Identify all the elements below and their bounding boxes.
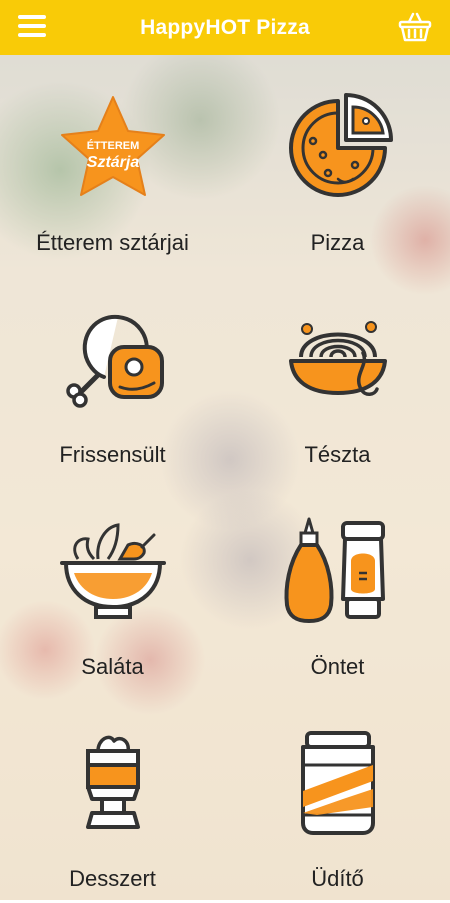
category-grid: ÉTTEREM Sztárja Étterem sztárjai Pizza F… bbox=[0, 55, 450, 900]
roast-meat-icon bbox=[58, 305, 168, 415]
category-label: Tészta bbox=[304, 442, 371, 467]
star-badge-icon: ÉTTEREM Sztárja bbox=[58, 93, 168, 203]
pizza-icon bbox=[283, 93, 393, 203]
hamburger-menu-icon[interactable] bbox=[18, 15, 46, 39]
app-title: HappyHOT Pizza bbox=[140, 15, 310, 39]
dessert-cup-icon bbox=[58, 729, 168, 839]
category-frissensult[interactable]: Frissensült bbox=[0, 267, 225, 479]
category-ontet[interactable]: Öntet bbox=[225, 479, 450, 691]
category-label: Saláta bbox=[81, 654, 144, 679]
category-label: Frissensült bbox=[59, 442, 166, 467]
badge-line-1: ÉTTEREM bbox=[86, 139, 139, 152]
badge-line-2: Sztárja bbox=[86, 154, 139, 171]
category-label: Desszert bbox=[69, 866, 156, 891]
category-etterem-sztarjai[interactable]: ÉTTEREM Sztárja Étterem sztárjai bbox=[0, 55, 225, 267]
app-header: HappyHOT Pizza bbox=[0, 0, 450, 55]
pasta-icon bbox=[283, 305, 393, 415]
category-label: Pizza bbox=[310, 230, 365, 255]
category-uditos[interactable]: Üdítő bbox=[225, 691, 450, 903]
category-desszert[interactable]: Desszert bbox=[0, 691, 225, 903]
basket-icon[interactable] bbox=[398, 12, 432, 42]
sauce-bottles-icon bbox=[283, 517, 393, 627]
soda-can-icon bbox=[283, 729, 393, 839]
category-label: Étterem sztárjai bbox=[36, 230, 189, 255]
salad-bowl-icon bbox=[58, 517, 168, 627]
category-salata[interactable]: Saláta bbox=[0, 479, 225, 691]
category-teszta[interactable]: Tészta bbox=[225, 267, 450, 479]
category-pizza[interactable]: Pizza bbox=[225, 55, 450, 267]
category-label: Üdítő bbox=[311, 866, 364, 891]
category-label: Öntet bbox=[310, 654, 365, 679]
